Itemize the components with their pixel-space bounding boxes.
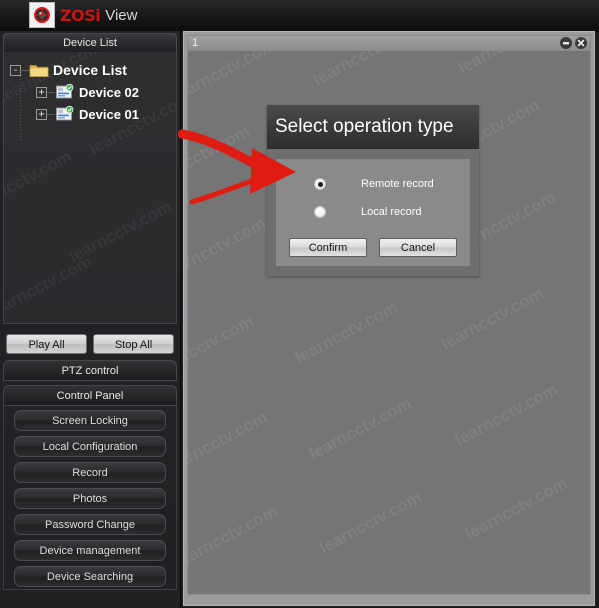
dialog-title: Select operation type [275,116,454,137]
camera-lens-icon [29,2,55,28]
app-titlebar: ZOSi View [0,0,599,32]
video-channel-titlebar: 1 [187,35,591,51]
remote-record-label: Remote record [361,178,434,190]
ptz-control-header[interactable]: PTZ control [3,360,177,381]
watermark-text: learncctv.com [188,121,253,192]
watermark-text: learncctv.com [461,473,571,544]
watermark-text: learncctv.com [315,487,425,558]
tree-node-root-label: Device List [53,62,127,78]
watermark-text: learncctv.com [188,213,269,284]
watermark-text: learncctv.com [291,297,401,368]
expander-expand-icon[interactable]: + [36,108,47,120]
dialog-options-panel: Remote record Local record Confirm Cance… [276,159,470,266]
watermark-text: learncctv.com [188,311,257,382]
watermark-text: learncctv.com [188,501,281,572]
app-logo: ZOSi View [29,2,137,28]
watermark-text: learncctv.com [4,251,95,322]
device-tree[interactable]: learncctv.com learncctv.com learncctv.co… [3,52,177,324]
confirm-button[interactable]: Confirm [289,238,367,257]
video-area: 1 learncctv.com learncctv.com learncctv.… [183,31,595,606]
video-channel-index: 1 [192,37,199,49]
remote-record-radio[interactable] [314,178,326,190]
device-list-panel-header: Device List [3,33,177,52]
password-change-button[interactable]: Password Change [14,514,166,535]
local-record-label: Local record [361,206,422,218]
close-icon[interactable] [575,37,587,49]
control-panel-header[interactable]: Control Panel [3,385,177,406]
tree-node-device-01-label: Device 01 [79,106,139,122]
brand-name: ZOSi [60,5,101,25]
watermark-text: learncctv.com [451,379,561,450]
dialog-body: Remote record Local record Confirm Cance… [267,149,479,276]
tree-node-root[interactable]: - Device List [4,59,176,81]
left-sidebar: Device List learncctv.com learncctv.com … [0,31,181,608]
device-searching-button[interactable]: Device Searching [14,566,166,587]
play-all-button[interactable]: Play All [6,334,87,354]
minimize-icon[interactable] [560,37,572,49]
device-online-icon [55,83,75,101]
watermark-text: learncctv.com [437,283,547,354]
dialog-header: Select operation type [267,105,479,149]
record-button[interactable]: Record [14,462,166,483]
screen-locking-button[interactable]: Screen Locking [14,410,166,431]
radio-selected-dot [317,181,323,187]
photos-button[interactable]: Photos [14,488,166,509]
watermark-text: learncctv.com [65,196,175,267]
brand-suffix: View [105,6,138,24]
watermark-text: learncctv.com [455,51,564,78]
video-window-buttons [560,37,587,49]
tree-node-device-02[interactable]: + Device 02 [4,81,176,103]
tree-connector-line [47,113,55,115]
tree-node-device-02-label: Device 02 [79,84,139,100]
local-configuration-button[interactable]: Local Configuration [14,436,166,457]
watermark-text: learncctv.com [188,407,271,478]
local-record-radio[interactable] [314,206,326,218]
tree-connector-line [21,69,29,71]
watermark-text: learncctv.com [4,146,75,217]
watermark-text: learncctv.com [188,51,279,106]
zosi-view-window: ZOSi View Device List learncctv.com lear… [0,0,599,608]
remote-record-option[interactable]: Remote record [276,170,470,198]
device-online-icon [55,105,75,123]
dialog-button-row: Confirm Cancel [289,238,457,257]
select-operation-type-dialog: Select operation type Remote record Loca [267,105,479,276]
control-panel-list: Screen Locking Local Configuration Recor… [3,406,177,590]
tree-connector-line [47,91,55,93]
device-management-button[interactable]: Device management [14,540,166,561]
watermark-text: learncctv.com [309,51,419,90]
watermark-text: learncctv.com [305,393,415,464]
folder-icon [29,62,49,78]
playback-button-row: Play All Stop All [6,334,174,354]
tree-node-device-01[interactable]: + Device 01 [4,103,176,125]
expander-expand-icon[interactable]: + [36,86,47,98]
local-record-option[interactable]: Local record [276,198,470,226]
cancel-button[interactable]: Cancel [379,238,457,257]
video-canvas[interactable]: learncctv.com learncctv.com learncctv.co… [187,51,591,595]
stop-all-button[interactable]: Stop All [93,334,174,354]
